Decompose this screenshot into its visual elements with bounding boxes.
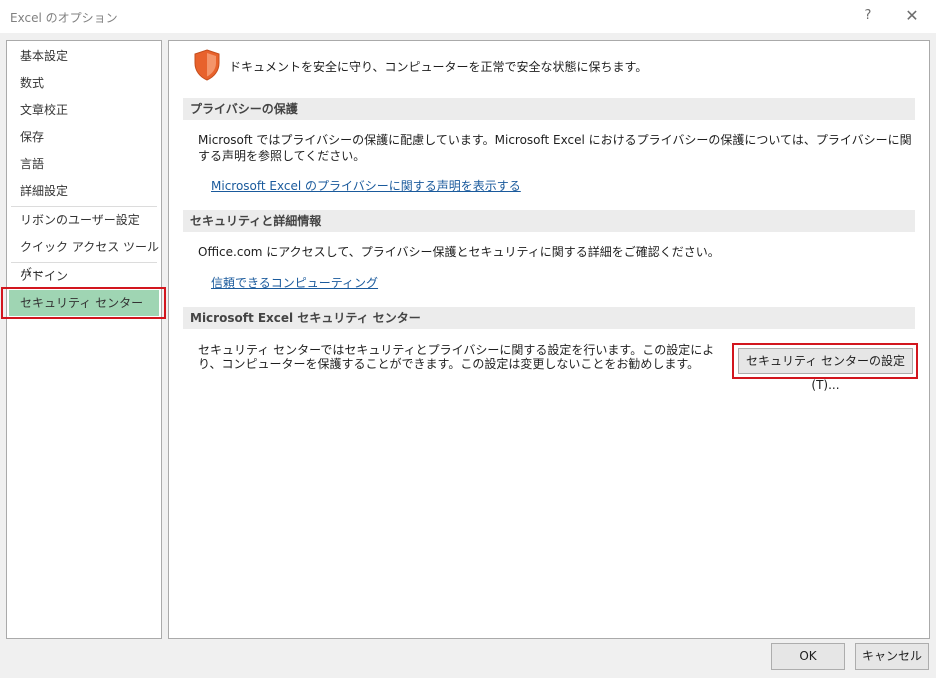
section-security-heading: セキュリティと詳細情報 xyxy=(183,210,915,232)
title-bar: Excel のオプション ? ✕ xyxy=(0,0,936,33)
sidebar-item-formulas[interactable]: 数式 xyxy=(7,70,161,96)
sidebar-item-customize-ribbon[interactable]: リボンのユーザー設定 xyxy=(7,207,161,233)
close-icon[interactable]: ✕ xyxy=(899,4,925,28)
sidebar-item-general[interactable]: 基本設定 xyxy=(7,43,161,69)
section-privacy-heading: プライバシーの保護 xyxy=(183,98,915,120)
sidebar-nav: 基本設定 数式 文章校正 保存 言語 詳細設定 リボンのユーザー設定 クイック … xyxy=(6,40,162,639)
sidebar-item-language[interactable]: 言語 xyxy=(7,151,161,177)
sidebar-item-proofing[interactable]: 文章校正 xyxy=(7,97,161,123)
sidebar-item-add-ins[interactable]: アドイン xyxy=(7,263,161,289)
shield-icon xyxy=(194,49,220,81)
sidebar-item-quick-access-toolbar[interactable]: クイック アクセス ツール バー xyxy=(7,234,161,280)
trust-center-text: セキュリティ センターではセキュリティとプライバシーに関する設定を行います。この… xyxy=(198,343,715,371)
sidebar-item-trust-center[interactable]: セキュリティ センター xyxy=(9,290,159,316)
trustworthy-computing-link[interactable]: 信頼できるコンピューティング xyxy=(211,274,378,291)
help-icon[interactable]: ? xyxy=(855,4,881,28)
privacy-statement-link[interactable]: Microsoft Excel のプライバシーに関する声明を表示する xyxy=(211,177,521,194)
window-title: Excel のオプション xyxy=(10,11,118,25)
privacy-text: Microsoft ではプライバシーの保護に配慮しています。Microsoft … xyxy=(198,133,912,163)
trust-center-settings-button[interactable]: セキュリティ センターの設定(T)... xyxy=(738,348,913,392)
main-panel: ドキュメントを安全に守り、コンピューターを正常で安全な状態に保ちます。 プライバ… xyxy=(168,40,930,639)
header-text: ドキュメントを安全に守り、コンピューターを正常で安全な状態に保ちます。 xyxy=(229,60,648,74)
sidebar-item-save[interactable]: 保存 xyxy=(7,124,161,150)
sidebar-item-advanced[interactable]: 詳細設定 xyxy=(7,178,161,204)
section-trust-center-heading: Microsoft Excel セキュリティ センター xyxy=(183,307,915,329)
security-text: Office.com にアクセスして、プライバシー保護とセキュリティに関する詳細… xyxy=(198,245,720,259)
cancel-button[interactable]: キャンセル xyxy=(855,643,929,670)
ok-button[interactable]: OK xyxy=(771,643,845,670)
